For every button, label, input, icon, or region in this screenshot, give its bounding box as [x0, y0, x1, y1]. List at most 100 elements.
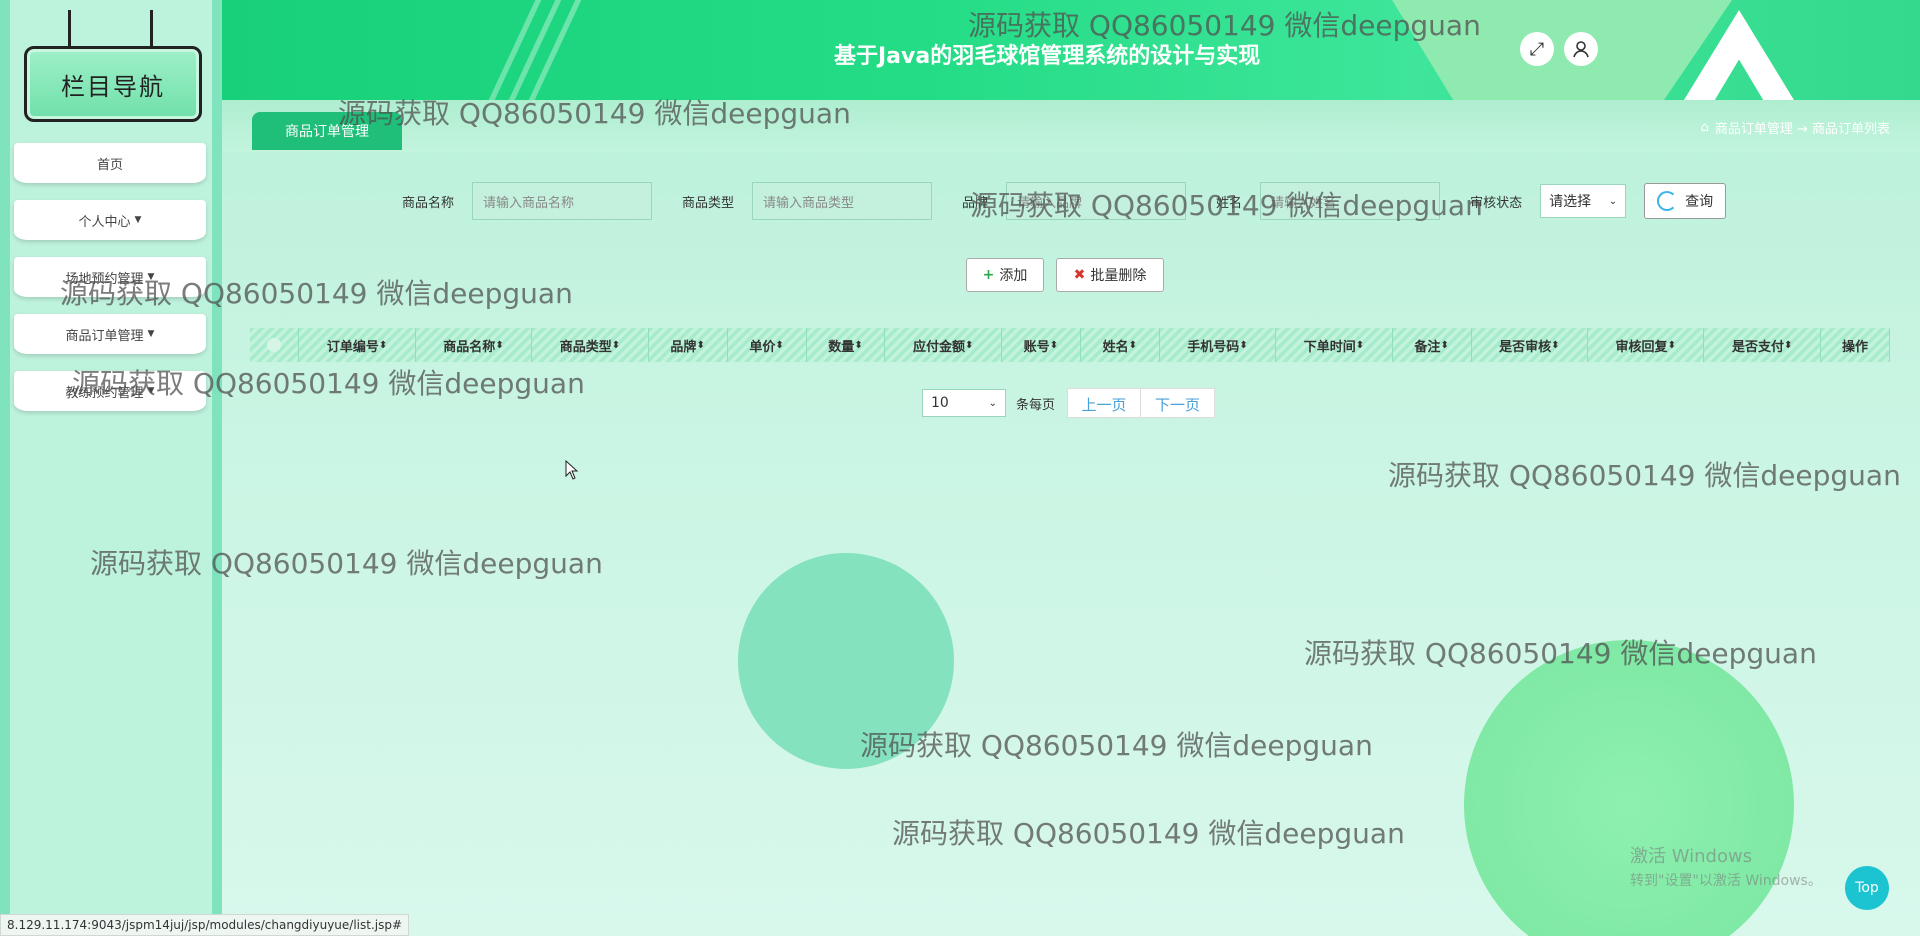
windows-activation-notice: 激活 Windows 转到"设置"以激活 Windows。 — [1630, 842, 1822, 890]
column-header[interactable]: 备注 ⬍ — [1392, 328, 1472, 362]
column-header-label: 是否支付 — [1731, 339, 1784, 355]
add-button[interactable]: + 添加 — [966, 258, 1044, 292]
column-header[interactable]: 商品类型 ⬍ — [532, 328, 649, 362]
column-header[interactable]: 操作 — [1820, 328, 1890, 362]
column-header[interactable]: 姓名 ⬍ — [1080, 328, 1160, 362]
column-header-label: 手机号码 — [1187, 339, 1240, 355]
batch-delete-button[interactable]: ✖ 批量删除 — [1056, 258, 1164, 292]
status-bar-url: 8.129.11.174:9043/jspm14juj/jsp/modules/… — [0, 914, 410, 936]
sort-icon: ⬍ — [1667, 339, 1676, 351]
page-size-select[interactable]: 10 ⌄ — [922, 389, 1006, 417]
close-icon: ✖ — [1073, 267, 1086, 283]
search-icon — [1657, 191, 1678, 211]
select-all-checkbox[interactable] — [250, 328, 300, 362]
watermark: 源码获取 QQ86050149 微信deepguan — [90, 547, 603, 580]
hanging-string — [68, 10, 71, 50]
sidebar-item-label: 商品订单管理 — [65, 328, 144, 344]
column-header-label: 操作 — [1841, 339, 1868, 355]
column-header[interactable]: 下单时间 ⬍ — [1276, 328, 1393, 362]
sort-icon: ⬍ — [854, 339, 863, 351]
table-header: 订单编号 ⬍ 商品名称 ⬍ 商品类型 ⬍ 品牌 ⬍ 单价 ⬍ 数量 ⬍ 应付金额 ⬍ 账号 ⬍ 姓名 ⬍ 手机号码 ⬍… — [250, 328, 1890, 362]
column-header[interactable]: 应付金额 ⬍ — [885, 328, 1002, 362]
query-button[interactable]: 查询 — [1644, 183, 1727, 219]
caret-down-icon: ▼ — [147, 329, 155, 339]
column-header-label: 账号 — [1023, 339, 1050, 355]
sort-icon: ⬍ — [775, 339, 784, 351]
next-page-button[interactable]: 下一页 — [1141, 388, 1216, 418]
column-header[interactable]: 订单编号 ⬍ — [299, 328, 416, 362]
sidebar: 栏目导航 首页 个人中心 ▼ 场地预约管理 ▼ 商品订单管理 ▼ 教练预约管理 … — [0, 0, 222, 936]
column-header-label: 商品类型 — [559, 339, 612, 355]
sort-icon: ⬍ — [1049, 339, 1059, 351]
expand-icon: ⤢ — [1529, 38, 1545, 60]
user-button[interactable] — [1564, 32, 1598, 66]
status-select-value: 请选择 — [1549, 194, 1592, 210]
column-header[interactable]: 账号 ⬍ — [1001, 328, 1081, 362]
column-header[interactable]: 审核回复 ⬍ — [1588, 328, 1705, 362]
column-header-label: 审核回复 — [1615, 339, 1668, 355]
column-header-label: 姓名 — [1102, 339, 1129, 355]
sort-icon: ⬍ — [495, 339, 504, 351]
sidebar-header: 栏目导航 — [10, 10, 212, 126]
column-header[interactable]: 商品名称 ⬍ — [415, 328, 533, 362]
column-header-label: 应付金额 — [912, 339, 965, 355]
watermark: 源码获取 QQ86050149 微信deepguan — [968, 9, 1481, 42]
column-header[interactable]: 数量 ⬍ — [806, 328, 886, 362]
column-header[interactable]: 手机号码 ⬍ — [1159, 328, 1277, 362]
sort-icon: ⬍ — [611, 339, 621, 351]
per-page-label: 条每页 — [1016, 397, 1056, 413]
column-header[interactable]: 是否支付 ⬍ — [1704, 328, 1821, 362]
sort-icon: ⬍ — [1551, 339, 1560, 351]
sidebar-item-personal-center[interactable]: 个人中心 ▼ — [14, 200, 206, 240]
prev-page-button[interactable]: 上一页 — [1067, 388, 1142, 418]
sidebar-item-label: 首页 — [96, 157, 123, 173]
breadcrumb: ⌂ 商品订单管理 → 商品订单列表 — [1701, 118, 1890, 137]
add-button-label: 添加 — [999, 268, 1028, 284]
mouse-cursor-icon — [565, 460, 579, 480]
caret-down-icon: ▼ — [134, 215, 142, 225]
sort-icon: ⬍ — [965, 339, 974, 351]
sort-icon: ⬍ — [1128, 339, 1138, 351]
query-button-label: 查询 — [1685, 194, 1714, 210]
column-header-label: 商品名称 — [443, 339, 496, 355]
watermark: 源码获取 QQ86050149 微信deepguan — [72, 367, 585, 400]
user-icon — [1573, 41, 1589, 58]
column-header-label: 品牌 — [670, 339, 697, 355]
fullscreen-button[interactable]: ⤢ — [1520, 32, 1554, 66]
column-header[interactable]: 是否审核 ⬍ — [1471, 328, 1589, 362]
windows-activation-title: 激活 Windows — [1630, 846, 1753, 867]
watermark: 源码获取 QQ86050149 微信deepguan — [60, 277, 573, 310]
field-label: 商品类型 — [682, 195, 735, 211]
watermark: 源码获取 QQ86050149 微信deepguan — [892, 817, 1405, 850]
watermark: 源码获取 QQ86050149 微信deepguan — [1388, 459, 1901, 492]
column-header-label: 数量 — [828, 339, 855, 355]
back-to-top-button[interactable]: Top — [1845, 866, 1889, 910]
watermark: 源码获取 QQ86050149 微信deepguan — [338, 97, 851, 130]
column-header-label: 备注 — [1414, 339, 1441, 355]
sort-icon: ⬍ — [1784, 339, 1793, 351]
windows-activation-hint: 转到"设置"以激活 Windows。 — [1630, 873, 1822, 889]
column-header-label: 是否审核 — [1499, 339, 1552, 355]
sort-icon: ⬍ — [1239, 339, 1248, 351]
column-header-label: 订单编号 — [326, 339, 379, 355]
page-size-value: 10 — [931, 395, 949, 411]
column-header[interactable]: 品牌 ⬍ — [648, 328, 728, 362]
sidebar-item-label: 个人中心 — [78, 214, 131, 230]
sidebar-item-home[interactable]: 首页 — [14, 143, 206, 183]
watermark: 源码获取 QQ86050149 微信deepguan — [970, 189, 1483, 222]
product-type-input[interactable]: 请输入商品类型 — [752, 182, 933, 220]
sort-icon: ⬍ — [1440, 339, 1449, 351]
plus-icon: + — [982, 267, 995, 283]
batch-delete-label: 批量删除 — [1090, 268, 1147, 284]
sidebar-item-product-orders[interactable]: 商品订单管理 ▼ — [14, 314, 206, 354]
sidebar-title: 栏目导航 — [24, 46, 202, 122]
sort-icon: ⬍ — [1355, 339, 1365, 351]
chevron-down-icon: ⌄ — [988, 397, 997, 409]
status-select[interactable]: 请选择 ⌄ — [1540, 184, 1627, 218]
column-header[interactable]: 单价 ⬍ — [727, 328, 807, 362]
product-name-input[interactable]: 请输入商品名称 — [472, 182, 653, 220]
chevron-down-icon: ⌄ — [1608, 195, 1618, 207]
home-icon[interactable]: ⌂ — [1701, 120, 1709, 135]
watermark: 源码获取 QQ86050149 微信deepguan — [860, 729, 1373, 762]
sort-icon: ⬍ — [696, 339, 705, 351]
